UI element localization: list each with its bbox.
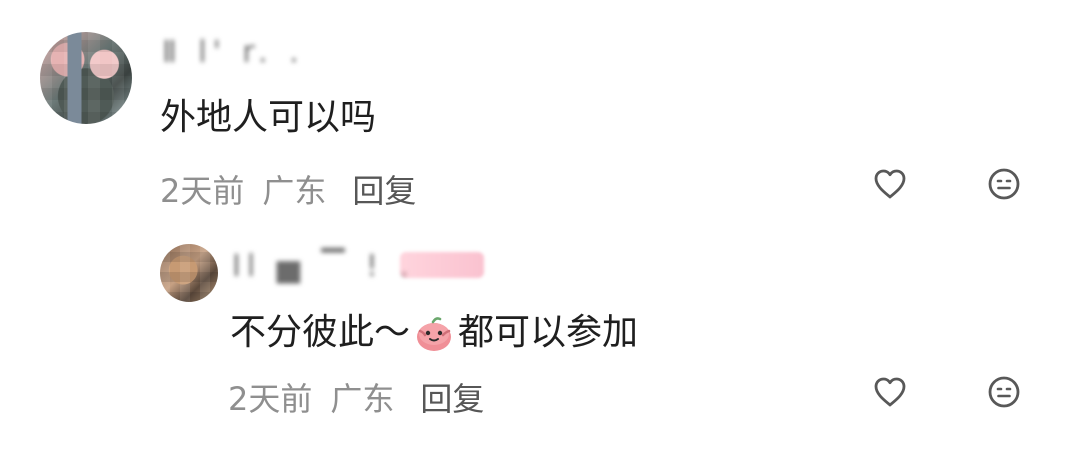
reply-button[interactable]: 回复 — [352, 166, 416, 212]
comment-time: 2天前 — [160, 172, 245, 210]
avatar-main[interactable] — [40, 32, 132, 124]
heart-icon[interactable] — [870, 164, 910, 204]
username-blurred[interactable]: Ⅱ l' r. . — [162, 38, 305, 68]
comment-text: 外地人可以吗 — [160, 97, 377, 138]
red-blob-emoji — [412, 311, 456, 355]
neutral-face-icon[interactable] — [984, 164, 1024, 204]
heart-icon[interactable] — [870, 372, 910, 412]
avatar-reply[interactable] — [160, 244, 218, 302]
reply-meta: 2天前 广东 回复 — [228, 374, 484, 420]
author-badge — [400, 252, 484, 278]
neutral-face-icon[interactable] — [984, 372, 1024, 412]
reply-text: 不分彼此～ 都可以参加 — [230, 311, 638, 355]
reply-button[interactable]: 回复 — [420, 374, 484, 420]
reply-location: 广东 — [330, 380, 395, 418]
comment-location: 广东 — [262, 172, 327, 210]
reply-text-after: 都可以参加 — [458, 312, 639, 353]
reply-time: 2天前 — [228, 380, 313, 418]
comment-meta: 2天前 广东 回复 — [160, 166, 416, 212]
username-blurred[interactable]: Il ▅ ▔ ! . — [232, 252, 415, 282]
reply-text-before: 不分彼此～ — [230, 312, 411, 353]
